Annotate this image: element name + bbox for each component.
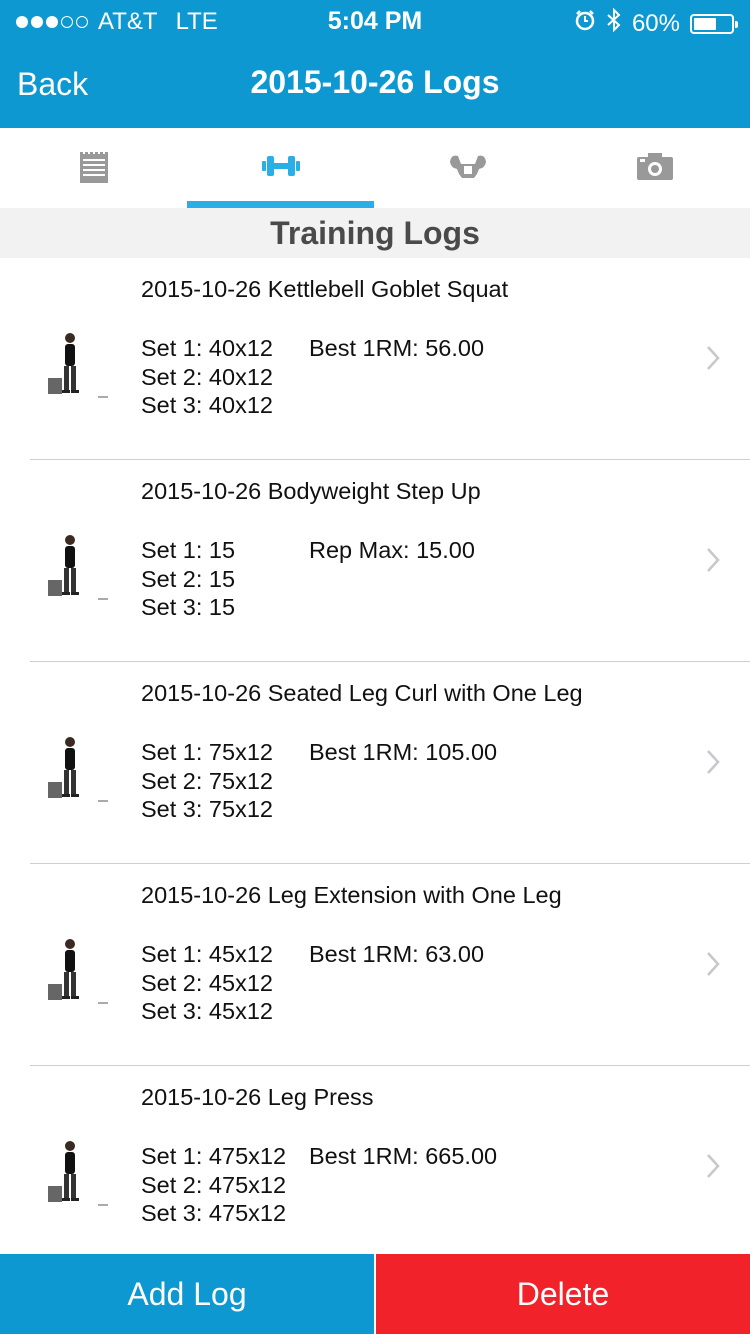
log-row[interactable]: 2015-10-26 Bodyweight Step Up Set 1: 15 R… bbox=[0, 460, 750, 662]
best-record-text: Best 1RM: 105.00 bbox=[309, 739, 498, 765]
flexed-arms-icon bbox=[449, 152, 487, 185]
best-record-text: Best 1RM: 63.00 bbox=[309, 941, 485, 967]
chevron-right-icon bbox=[706, 1153, 720, 1184]
chevron-right-icon bbox=[706, 749, 720, 780]
log-sets: Set 1: 40x12 Best 1RM: 56.00 Set 2: 40x12… bbox=[141, 334, 484, 420]
tab-workouts[interactable] bbox=[187, 128, 374, 208]
set-1-text: Set 1: 40x12 bbox=[141, 335, 273, 361]
tab-bar bbox=[0, 128, 750, 208]
set-2-text: Set 2: 45x12 bbox=[141, 969, 273, 996]
tab-notes[interactable] bbox=[0, 128, 187, 208]
log-row[interactable]: 2015-10-26 Kettlebell Goblet Squat Set 1… bbox=[0, 258, 750, 460]
battery-icon bbox=[690, 13, 738, 34]
set-1-text: Set 1: 15 bbox=[141, 537, 236, 563]
set-2-text: Set 2: 15 bbox=[141, 565, 236, 592]
tab-photos[interactable] bbox=[561, 128, 748, 208]
bluetooth-icon bbox=[606, 7, 622, 39]
log-title: 2015-10-26 Seated Leg Curl with One Leg bbox=[141, 680, 583, 706]
log-list: 2015-10-26 Kettlebell Goblet Squat Set 1… bbox=[0, 258, 750, 1268]
camera-icon bbox=[636, 152, 673, 185]
battery-percent: 60% bbox=[631, 9, 680, 37]
set-3-text: Set 3: 475x12 bbox=[141, 1200, 287, 1226]
delete-button[interactable]: Delete bbox=[376, 1254, 750, 1334]
set-2-text: Set 2: 75x12 bbox=[141, 767, 273, 794]
log-title: 2015-10-26 Bodyweight Step Up bbox=[141, 478, 481, 504]
alarm-icon bbox=[574, 9, 596, 38]
add-log-button[interactable]: Add Log bbox=[0, 1254, 374, 1334]
best-record-text: Best 1RM: 56.00 bbox=[309, 335, 485, 361]
status-bar: AT&T LTE 5:04 PM 60% bbox=[0, 0, 750, 40]
chevron-right-icon bbox=[706, 951, 720, 982]
best-record-text: Best 1RM: 665.00 bbox=[309, 1143, 498, 1169]
page-title: 2015-10-26 Logs bbox=[250, 64, 500, 100]
log-row[interactable]: 2015-10-26 Leg Press Set 1: 475x12 Best 1… bbox=[0, 1066, 750, 1268]
set-3-text: Set 3: 15 bbox=[141, 594, 236, 620]
set-1-text: Set 1: 75x12 bbox=[141, 739, 273, 765]
log-sets: Set 1: 45x12 Best 1RM: 63.00 Set 2: 45x12… bbox=[141, 940, 484, 1026]
set-2-text: Set 2: 475x12 bbox=[141, 1171, 287, 1198]
exercise-thumbnail bbox=[30, 722, 112, 812]
set-3-text: Set 3: 75x12 bbox=[141, 796, 273, 822]
tab-body[interactable] bbox=[374, 128, 561, 208]
log-sets: Set 1: 15 Rep Max: 15.00 Set 2: 15 Set 3:… bbox=[141, 536, 475, 622]
notepad-icon bbox=[79, 148, 109, 189]
chevron-right-icon bbox=[706, 547, 720, 578]
active-tab-indicator bbox=[187, 201, 374, 208]
log-sets: Set 1: 75x12 Best 1RM: 105.00 Set 2: 75x1… bbox=[141, 738, 497, 824]
log-row[interactable]: 2015-10-26 Leg Extension with One Leg Se… bbox=[0, 864, 750, 1066]
exercise-thumbnail bbox=[30, 520, 112, 610]
exercise-thumbnail bbox=[30, 318, 112, 408]
exercise-thumbnail bbox=[30, 1126, 112, 1216]
log-sets: Set 1: 475x12 Best 1RM: 665.00 Set 2: 475… bbox=[141, 1142, 497, 1228]
set-1-text: Set 1: 475x12 bbox=[141, 1143, 287, 1169]
log-row[interactable]: 2015-10-26 Seated Leg Curl with One Leg … bbox=[0, 662, 750, 864]
log-title: 2015-10-26 Leg Press bbox=[141, 1084, 374, 1110]
set-1-text: Set 1: 45x12 bbox=[141, 941, 273, 967]
best-record-text: Rep Max: 15.00 bbox=[309, 537, 475, 563]
dumbbell-icon bbox=[261, 153, 300, 184]
set-2-text: Set 2: 40x12 bbox=[141, 363, 273, 390]
set-3-text: Set 3: 45x12 bbox=[141, 998, 273, 1024]
set-3-text: Set 3: 40x12 bbox=[141, 392, 273, 418]
section-title: Training Logs bbox=[0, 208, 750, 258]
log-title: 2015-10-26 Leg Extension with One Leg bbox=[141, 882, 562, 908]
header-bar: AT&T LTE 5:04 PM 60% Back 2015-10-26 Log… bbox=[0, 0, 750, 128]
chevron-right-icon bbox=[706, 345, 720, 376]
log-title: 2015-10-26 Kettlebell Goblet Squat bbox=[141, 276, 509, 302]
exercise-thumbnail bbox=[30, 924, 112, 1014]
